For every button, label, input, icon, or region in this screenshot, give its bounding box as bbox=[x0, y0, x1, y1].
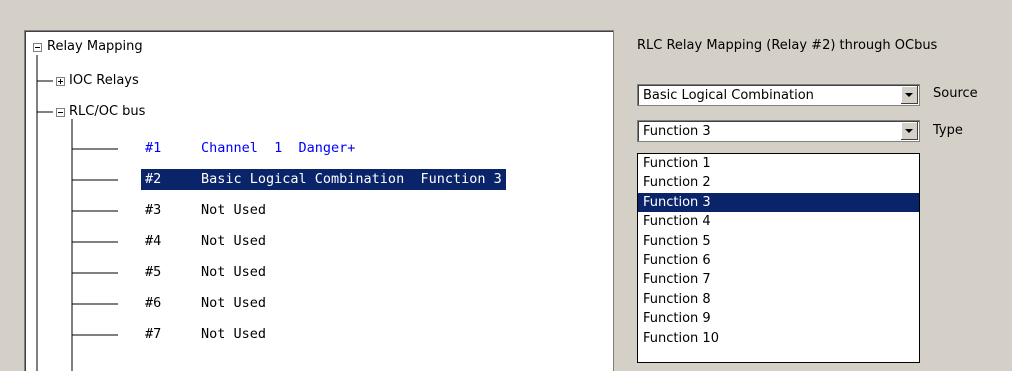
tree-node-rlc-oc-bus[interactable]: RLC/OC bus bbox=[69, 102, 145, 122]
relay-row[interactable]: #1 Channel 1 Danger+ bbox=[141, 138, 359, 159]
source-select-value: Basic Logical Combination bbox=[643, 88, 814, 103]
type-option[interactable]: Function 10 bbox=[638, 329, 919, 348]
relay-mapping-tree[interactable]: Relay Mapping IOC Relays RLC/OC bus #1 Ch… bbox=[24, 30, 614, 371]
source-label: Source bbox=[933, 86, 978, 101]
relay-assignment: Not Used bbox=[201, 202, 267, 218]
relay-assignment: Not Used bbox=[201, 326, 267, 342]
type-select[interactable]: Function 3 bbox=[637, 120, 920, 142]
panel-title: RLC Relay Mapping (Relay #2) through OCb… bbox=[637, 38, 938, 53]
tree-node-relay-mapping[interactable]: Relay Mapping bbox=[47, 37, 143, 57]
relay-number: #7 bbox=[145, 326, 162, 342]
type-dropdown-arrow-icon[interactable] bbox=[901, 122, 918, 140]
relay-number: #3 bbox=[145, 202, 162, 218]
relay-row[interactable]: #6 Not Used bbox=[141, 293, 270, 314]
tree-node-ioc-relays[interactable]: IOC Relays bbox=[69, 71, 139, 91]
relay-number: #5 bbox=[145, 264, 162, 280]
type-option[interactable]: Function 1 bbox=[638, 154, 919, 173]
relay-assignment: Not Used bbox=[201, 264, 267, 280]
expand-icon-ioc[interactable] bbox=[56, 77, 65, 86]
type-option[interactable]: Function 4 bbox=[638, 212, 919, 231]
relay-number: #1 bbox=[145, 140, 162, 156]
type-option[interactable]: Function 5 bbox=[638, 232, 919, 251]
type-dropdown-list[interactable]: Function 1 Function 2 Function 3 Function 4… bbox=[637, 153, 920, 363]
relay-row[interactable]: #4 Not Used bbox=[141, 231, 270, 252]
source-select[interactable]: Basic Logical Combination bbox=[637, 84, 920, 106]
type-option[interactable]: Function 2 bbox=[638, 173, 919, 192]
relay-number: #2 bbox=[145, 171, 162, 187]
collapse-icon-root[interactable] bbox=[33, 43, 42, 52]
relay-row[interactable]: #3 Not Used bbox=[141, 200, 270, 221]
collapse-icon-rlc[interactable] bbox=[56, 108, 65, 117]
type-select-value: Function 3 bbox=[643, 124, 711, 139]
relay-assignment: Not Used bbox=[201, 295, 267, 311]
relay-number: #6 bbox=[145, 295, 162, 311]
relay-assignment: Not Used bbox=[201, 233, 267, 249]
relay-row[interactable]: #7 Not Used bbox=[141, 324, 270, 345]
type-option[interactable]: Function 6 bbox=[638, 251, 919, 270]
type-option[interactable]: Function 8 bbox=[638, 290, 919, 309]
type-option[interactable]: Function 9 bbox=[638, 309, 919, 328]
relay-row[interactable]: #2 Basic Logical Combination Function 3 bbox=[141, 169, 506, 190]
relay-assignment: Basic Logical Combination Function 3 bbox=[201, 171, 502, 187]
relay-assignment: Channel 1 Danger+ bbox=[201, 140, 356, 156]
type-option[interactable]: Function 3 bbox=[638, 192, 919, 213]
source-dropdown-arrow-icon[interactable] bbox=[901, 86, 918, 104]
relay-row[interactable]: #5 Not Used bbox=[141, 262, 270, 283]
type-option[interactable]: Function 7 bbox=[638, 270, 919, 289]
relay-number: #4 bbox=[145, 233, 162, 249]
type-label: Type bbox=[933, 123, 963, 138]
